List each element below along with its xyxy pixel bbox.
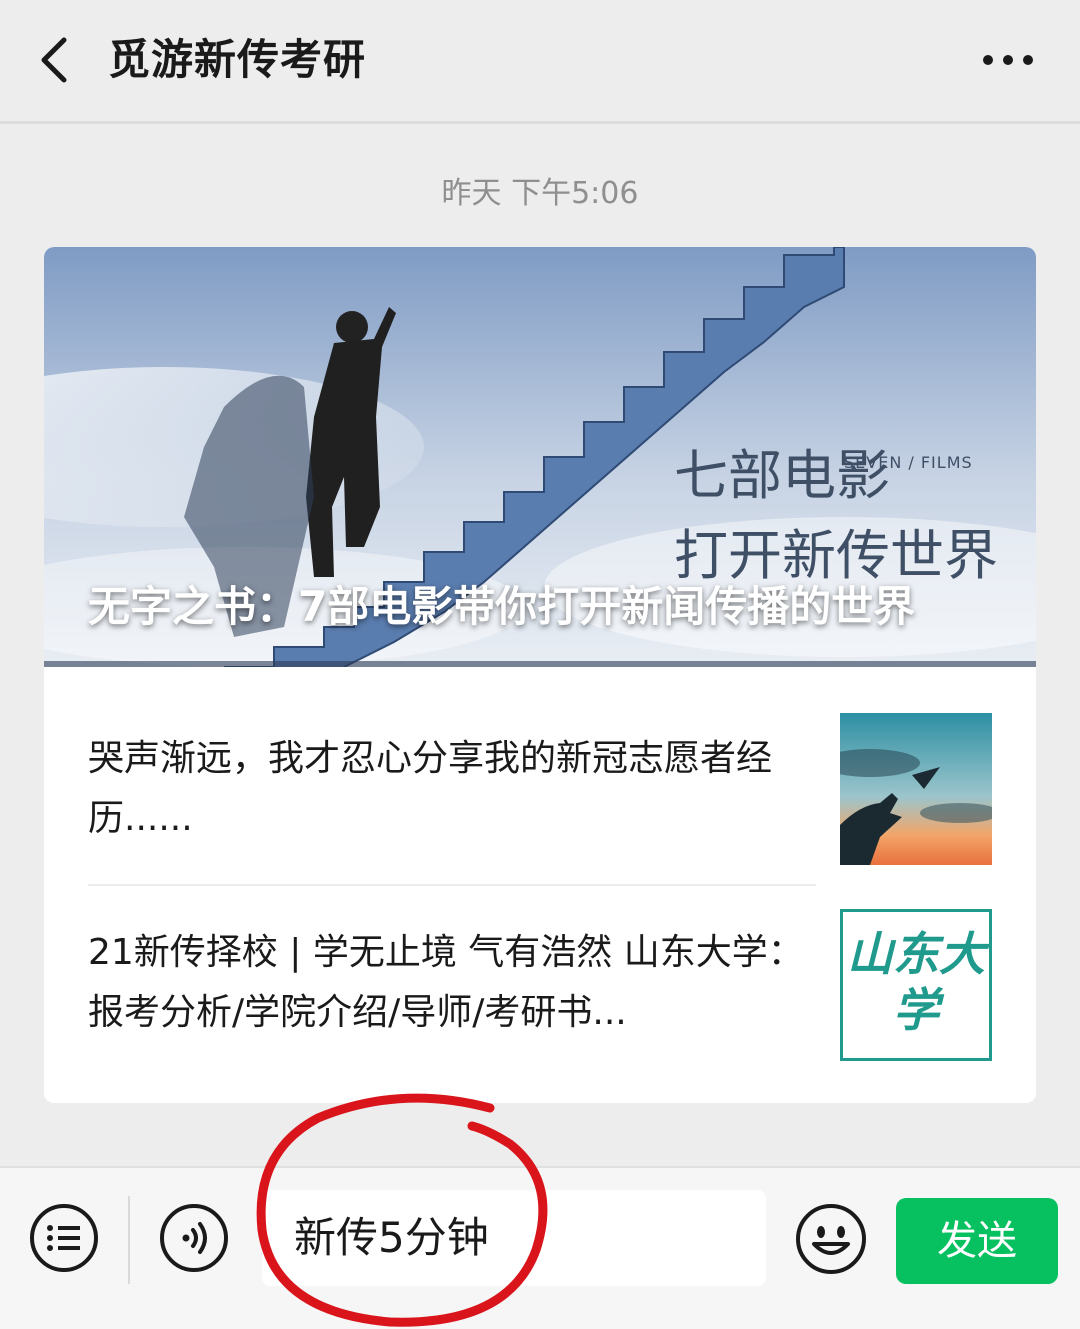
- article-item-title: 哭声渐远，我才忍心分享我的新冠志愿者经历......: [88, 738, 773, 839]
- paper-plane-thumbnail-image: [840, 713, 992, 865]
- article-thumbnail: 山东大学: [840, 909, 992, 1061]
- article-item-title: 21新传择校 | 学无止境 气有浩然 山东大学：报考分析/学院介绍/导师/考研书…: [88, 932, 804, 1033]
- more-dots-icon[interactable]: [978, 40, 1038, 80]
- menu-list-icon[interactable]: [28, 1202, 100, 1274]
- article-thumbnail: [840, 713, 992, 865]
- thumbnail-label: 山东大学: [847, 927, 985, 1037]
- banner-overlay-title-en: SEVEN / FILMS: [844, 453, 973, 472]
- article-card: 七部电影 SEVEN / FILMS 打开新传世界 无字之书：7部电影带你打开新…: [44, 247, 1036, 1103]
- banner-article[interactable]: 七部电影 SEVEN / FILMS 打开新传世界 无字之书：7部电影带你打开新…: [44, 247, 1036, 667]
- article-item[interactable]: 21新传择校 | 学无止境 气有浩然 山东大学：报考分析/学院介绍/导师/考研书…: [88, 909, 992, 1061]
- chat-title: 觅游新传考研: [108, 35, 367, 84]
- chat-input-bar: 新传5分钟 发送: [0, 1166, 1080, 1329]
- item-divider: [88, 884, 816, 886]
- voice-icon[interactable]: [158, 1202, 230, 1274]
- chevron-left-icon[interactable]: [28, 30, 88, 90]
- banner-article-title: 无字之书：7部电影带你打开新闻传播的世界: [88, 582, 916, 631]
- send-button[interactable]: 发送: [896, 1198, 1058, 1284]
- top-nav-bar: 觅游新传考研: [0, 0, 1080, 124]
- bar-separator: [128, 1196, 130, 1284]
- article-item[interactable]: 哭声渐远，我才忍心分享我的新冠志愿者经历......: [88, 713, 992, 865]
- message-input[interactable]: 新传5分钟: [262, 1190, 766, 1286]
- message-timestamp: 昨天 下午5:06: [441, 176, 639, 211]
- emoji-icon[interactable]: [794, 1202, 868, 1276]
